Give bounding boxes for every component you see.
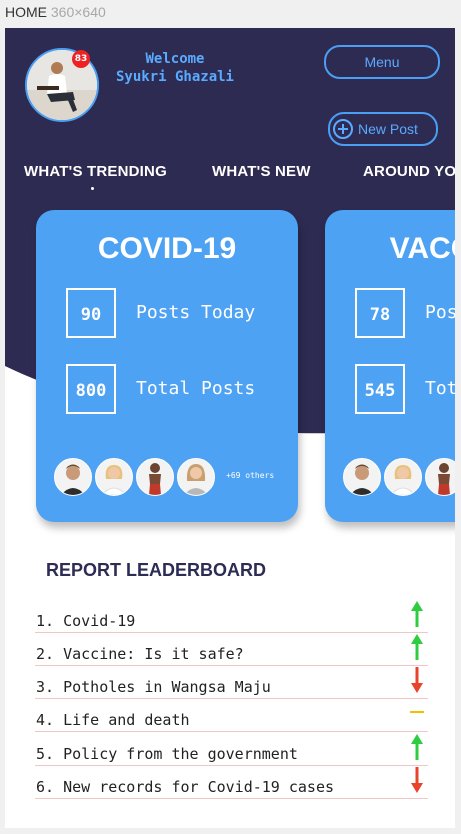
arrow-down-icon [411,667,423,693]
leaderboard-item-text: 5. Policy from the government [36,745,298,763]
posts-today-label: Posts Today [136,302,256,323]
new-post-button[interactable]: New Post [328,112,438,146]
others-count: +69 others [226,471,275,480]
frame-label: HOME 360×640 [5,4,106,20]
total-posts-label: Total Posts [425,378,455,399]
leaderboard-item-text: 4. Life and death [36,711,190,729]
leaderboard-item-text: 2. Vaccine: Is it safe? [36,645,244,663]
posts-today-label: Posts Today [425,302,455,323]
arrow-up-icon [411,601,423,627]
welcome-message: Welcome Syukri Ghazali [105,50,245,86]
phone-screen: 83 Welcome Syukri Ghazali Menu New Post … [5,28,455,828]
topic-card-covid[interactable]: COVID-19 90 Posts Today 800 Total Posts … [36,210,298,522]
leaderboard-item-text: 6. New records for Covid-19 cases [36,778,335,796]
leaderboard-row[interactable]: 6. New records for Covid-19 cases [35,765,428,799]
contributor-avatar [54,458,92,496]
arrow-up-icon [411,634,423,660]
leaderboard-item-text: 1. Covid-19 [36,612,136,630]
card-title: COVID-19 [97,232,237,265]
total-posts-count: 800 [66,364,116,414]
frame-dims: 360×640 [50,4,106,20]
arrow-down-icon [411,767,423,793]
plus-circle-icon [333,119,353,139]
posts-today-count: 78 [355,288,405,338]
contributor-avatar [425,458,455,496]
notification-badge: 83 [72,50,90,68]
contributor-avatar [343,458,381,496]
welcome-username: Syukri Ghazali [115,69,234,85]
total-posts-label: Total Posts [136,378,256,399]
topic-card-vaccine[interactable]: VACCINE 78 Posts Today 545 Total Posts [325,210,455,522]
leaderboard-row[interactable]: 4. Life and death [35,698,428,732]
contributor-avatar [384,458,422,496]
posts-today-count: 90 [66,288,116,338]
leaderboard-row[interactable]: 5. Policy from the government [35,732,428,766]
welcome-greeting: Welcome [145,51,205,67]
tab-whats-trending[interactable]: WHAT'S TRENDING [24,163,167,180]
frame-name: HOME [5,4,47,20]
leaderboard-row[interactable]: 1. Covid-19 [35,599,428,633]
contributor-avatar [136,458,174,496]
contributor-avatar [177,458,215,496]
new-post-label: New Post [358,121,418,137]
tab-whats-new[interactable]: WHAT'S NEW [212,163,311,180]
leaderboard-row[interactable]: 3. Potholes in Wangsa Maju [35,665,428,699]
menu-button[interactable]: Menu [324,45,440,79]
leaderboard-title: REPORT LEADERBOARD [46,560,267,580]
dash-icon [410,711,424,713]
tab-around-you[interactable]: AROUND YOU [363,163,455,180]
contributor-avatar [95,458,133,496]
active-tab-indicator [91,187,94,190]
leaderboard-row[interactable]: 2. Vaccine: Is it safe? [35,632,428,666]
total-posts-count: 545 [355,364,405,414]
card-title: VACCINE [389,232,455,265]
arrow-up-icon [411,734,423,760]
leaderboard-item-text: 3. Potholes in Wangsa Maju [36,678,271,696]
